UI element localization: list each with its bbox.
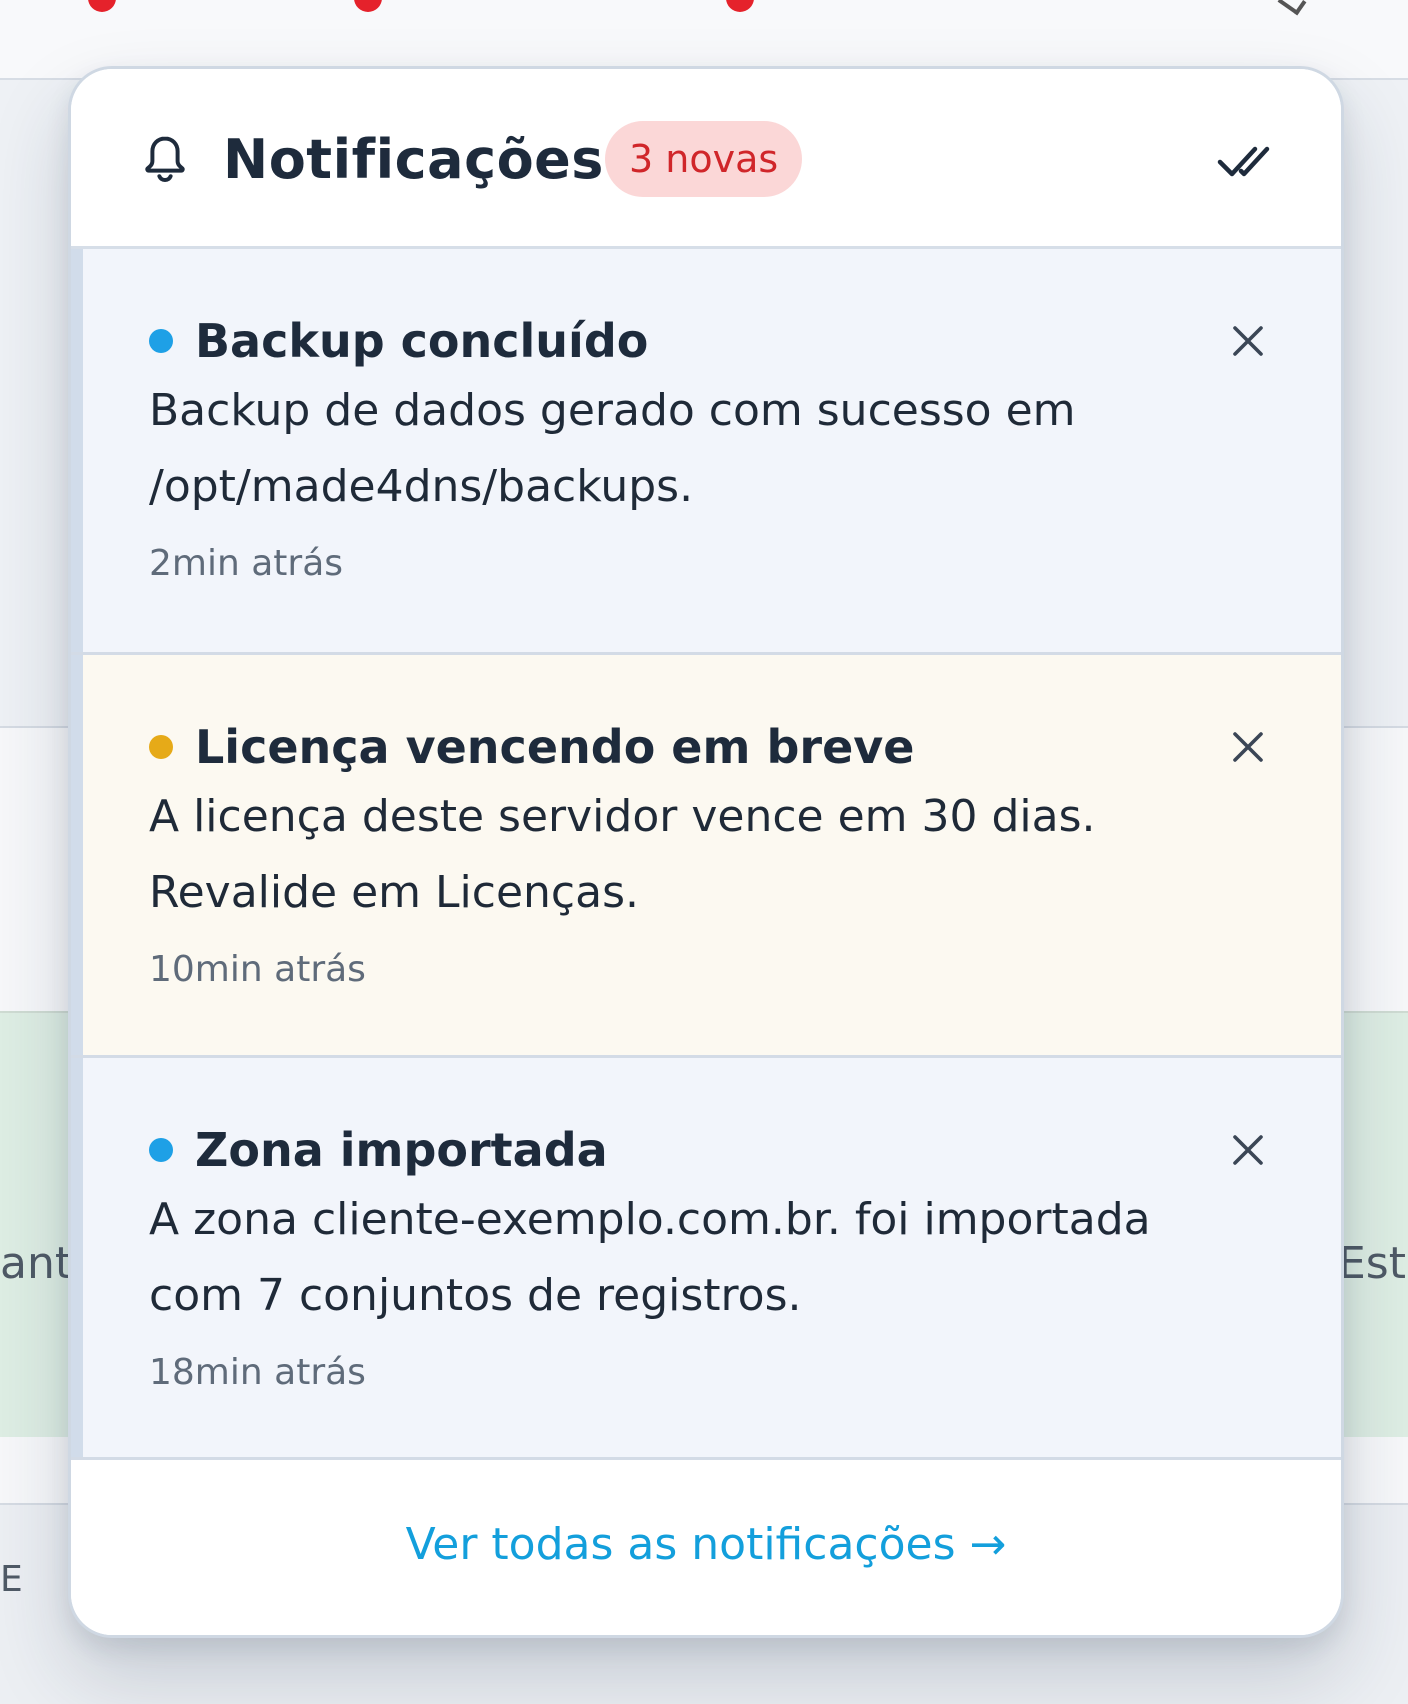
close-icon[interactable]: [1231, 324, 1265, 358]
view-all-notifications-link[interactable]: Ver todas as notificações →: [406, 1515, 1007, 1575]
info-status-dot-icon: [149, 1138, 173, 1162]
notification-title: Backup concluído: [195, 314, 649, 368]
close-icon[interactable]: [1231, 730, 1265, 764]
status-indicator-icon: [354, 0, 382, 12]
notification-body: A licença deste servidor vence em 30 dia…: [149, 791, 1096, 918]
notification-item[interactable]: Backup concluído Backup de dados gerado …: [71, 249, 1341, 655]
new-count-badge: 3 novas: [605, 121, 803, 197]
notification-item[interactable]: Zona importada A zona cliente-exemplo.co…: [71, 1058, 1341, 1460]
notification-body: Backup de dados gerado com sucesso em /o…: [149, 385, 1076, 512]
notification-title: Licença vencendo em breve: [195, 720, 915, 774]
mark-all-read-icon[interactable]: [1217, 143, 1279, 181]
notifications-header: Notificações 3 novas: [71, 69, 1341, 249]
table-cell: E: [0, 1559, 23, 1600]
unread-accent-bar: [71, 1058, 83, 1457]
close-icon[interactable]: [1231, 1133, 1265, 1167]
notification-time: 10min atrás: [149, 949, 366, 990]
notification-item[interactable]: Licença vencendo em breve A licença dest…: [71, 655, 1341, 1058]
table-cell: ant: [0, 1238, 73, 1289]
warning-status-dot-icon: [149, 735, 173, 759]
bell-icon: [145, 136, 185, 182]
notifications-title: Notificações: [223, 128, 604, 191]
status-indicator-icon: [726, 0, 754, 12]
unread-accent-bar: [71, 249, 83, 652]
notification-title: Zona importada: [195, 1123, 608, 1177]
info-status-dot-icon: [149, 329, 173, 353]
unread-accent-bar: [71, 655, 83, 1055]
notification-time: 2min atrás: [149, 543, 344, 584]
notifications-dropdown: Notificações 3 novas Backup concluído Ba…: [68, 66, 1344, 1638]
notifications-footer: Ver todas as notificações →: [71, 1460, 1341, 1635]
status-indicator-icon: [88, 0, 116, 12]
notification-time: 18min atrás: [149, 1352, 366, 1393]
table-cell: Este: [1338, 1238, 1408, 1289]
notification-body: A zona cliente-exemplo.com.br. foi impor…: [149, 1194, 1151, 1321]
check-icon: [1277, 0, 1307, 16]
